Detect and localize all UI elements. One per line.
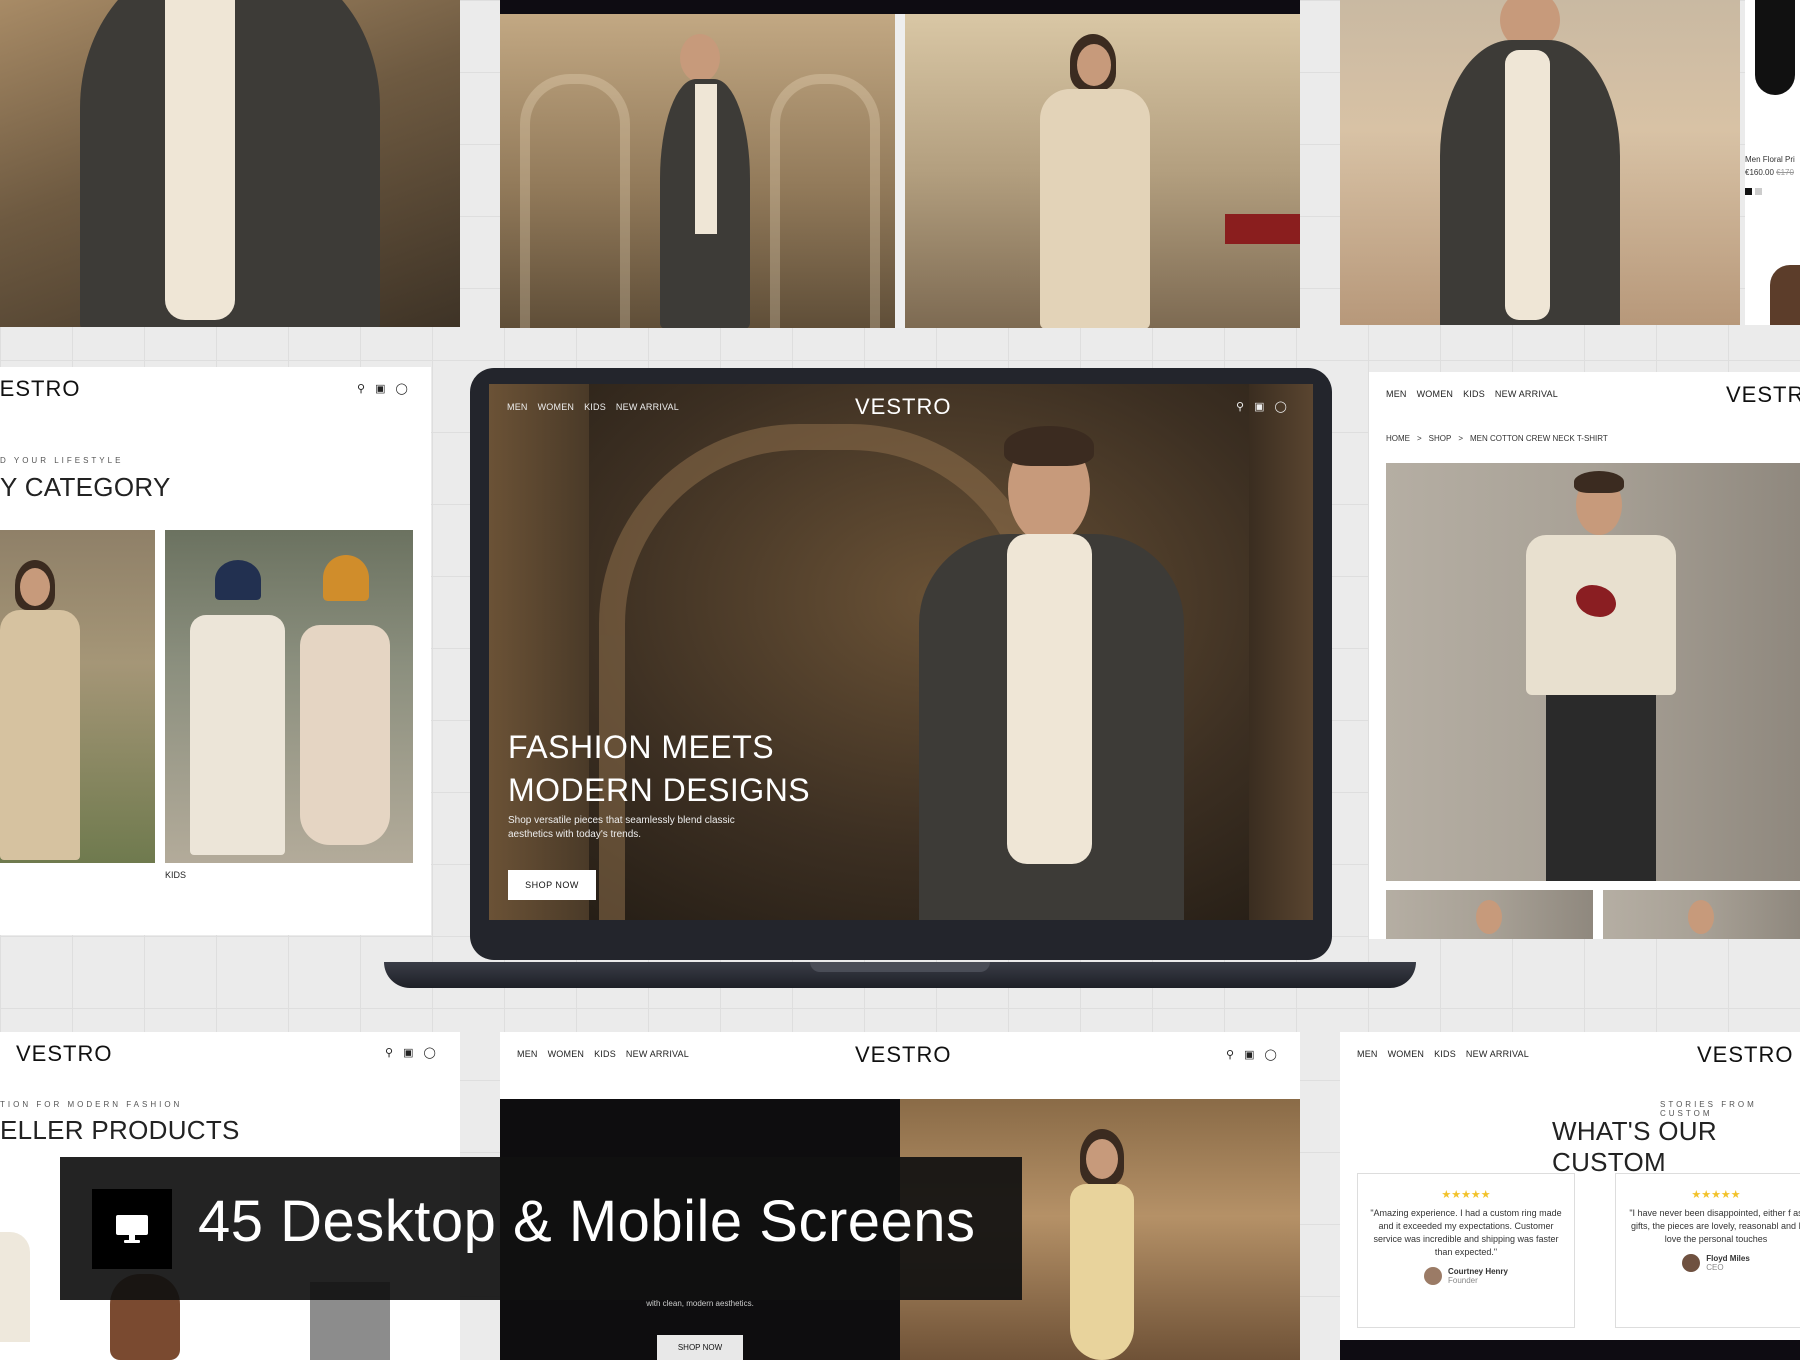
breadcrumb-separator: > — [1458, 434, 1464, 443]
dark-bag-icon[interactable]: ▣ — [1244, 1048, 1254, 1061]
dark-user-icon[interactable]: ◯ — [1264, 1048, 1276, 1061]
hero-title-line2: MODERN DESIGNS — [508, 772, 811, 808]
hero-bag-icon[interactable]: ▣ — [1254, 400, 1264, 413]
pdp-nav-women[interactable]: WOMEN — [1417, 389, 1454, 399]
category-kicker: D YOUR LIFESTYLE — [0, 456, 124, 465]
pdp-nav-new-arrival[interactable]: NEW ARRIVAL — [1495, 389, 1558, 399]
dark-nav-women[interactable]: WOMEN — [548, 1049, 585, 1059]
breadcrumb: HOME > SHOP > MEN COTTON CREW NECK T-SHI… — [1386, 434, 1608, 443]
side-product-card[interactable]: Men Floral Pri €160.00 €170 — [1745, 0, 1800, 325]
dark-nav-men[interactable]: MEN — [517, 1049, 538, 1059]
top-left-photo — [0, 0, 460, 327]
breadcrumb-shop[interactable]: SHOP — [1429, 434, 1452, 443]
side-product-name: Men Floral Pri — [1745, 155, 1795, 164]
review-2-role: CEO — [1706, 1263, 1724, 1272]
dark-nav-new-arrival[interactable]: NEW ARRIVAL — [626, 1049, 689, 1059]
reviews-title: WHAT'S OUR CUSTOM — [1552, 1116, 1717, 1177]
seller-title: ELLER PRODUCTS — [0, 1115, 240, 1145]
pdp-thumb-1[interactable] — [1386, 890, 1593, 939]
reviews-card: MEN WOMEN KIDS NEW ARRIVAL VESTRO STORIE… — [1340, 1032, 1800, 1360]
review-2-name: Floyd Miles — [1706, 1254, 1750, 1263]
pdp-tshirt — [1526, 535, 1676, 695]
seller-bag-icon[interactable]: ▣ — [403, 1046, 413, 1059]
review-card-1: ★★★★★ "Amazing experience. I had a custo… — [1357, 1173, 1575, 1328]
search-icon[interactable]: ⚲ — [357, 382, 365, 395]
review-1-role: Founder — [1447, 1276, 1478, 1285]
breadcrumb-separator: > — [1417, 434, 1422, 443]
lookbook-card — [500, 0, 1300, 328]
banner-text: 45 Desktop & Mobile Screens — [198, 1189, 976, 1254]
seller-user-icon[interactable]: ◯ — [423, 1046, 435, 1059]
pdp-brand[interactable]: VESTRO — [1726, 382, 1800, 408]
hero-model-scarf — [1007, 534, 1092, 864]
reviews-nav-men[interactable]: MEN — [1357, 1049, 1378, 1059]
hero-search-icon[interactable]: ⚲ — [1236, 400, 1244, 413]
hero-nav: MEN WOMEN KIDS NEW ARRIVAL — [507, 402, 679, 412]
side-product-price: €160.00 — [1745, 168, 1774, 177]
review-card-2: ★★★★★ "I have never been disappointed, e… — [1615, 1173, 1800, 1328]
category-brand: VESTRO — [0, 376, 81, 401]
hero-nav-new-arrival[interactable]: NEW ARRIVAL — [616, 402, 679, 412]
breadcrumb-home[interactable]: HOME — [1386, 434, 1410, 443]
review-2-avatar — [1682, 1254, 1701, 1272]
review-1-name: Courtney Henry — [1447, 1267, 1508, 1276]
lookbook-photo-woman — [905, 14, 1300, 328]
user-icon[interactable]: ◯ — [395, 382, 407, 395]
pdp-thumb-2[interactable] — [1603, 890, 1800, 939]
hero-brand[interactable]: VESTRO — [855, 394, 951, 420]
pdp-nav-men[interactable]: MEN — [1386, 389, 1407, 399]
side-product-old-price: €170 — [1776, 168, 1794, 177]
hero-title-line1: FASHION MEETS — [508, 729, 775, 765]
hero-nav-women[interactable]: WOMEN — [538, 402, 575, 412]
review-1-text: "Amazing experience. I had a custom ring… — [1370, 1208, 1562, 1257]
breadcrumb-current: MEN COTTON CREW NECK T-SHIRT — [1470, 434, 1608, 443]
category-photo-kids[interactable] — [165, 530, 413, 863]
reviews-brand[interactable]: VESTRO — [1697, 1042, 1793, 1068]
reviews-nav-new-arrival[interactable]: NEW ARRIVAL — [1466, 1049, 1529, 1059]
review-2-text: "I have never been disappointed, either … — [1629, 1208, 1800, 1244]
laptop-notch — [810, 962, 990, 972]
pdp-main-photo — [1386, 463, 1800, 881]
product-detail-card: MEN WOMEN KIDS NEW ARRIVAL VESTRO HOME >… — [1369, 372, 1800, 939]
category-title: Y CATEGORY — [0, 472, 171, 502]
hero-subtitle: Shop versatile pieces that seamlessly bl… — [508, 815, 735, 840]
category-photo-women[interactable] — [0, 530, 155, 863]
pdp-nav-kids[interactable]: KIDS — [1463, 389, 1485, 399]
review-1-avatar — [1423, 1267, 1442, 1285]
seller-brand[interactable]: VESTRO — [16, 1041, 112, 1067]
reviews-nav-kids[interactable]: KIDS — [1434, 1049, 1456, 1059]
dark-brand[interactable]: VESTRO — [855, 1042, 951, 1068]
seller-search-icon[interactable]: ⚲ — [385, 1046, 393, 1059]
lookbook-photo-man — [500, 14, 895, 328]
dark-panel-text: with clean, modern aesthetics. — [646, 1299, 754, 1308]
top-right-photo — [1340, 0, 1740, 325]
dark-nav-kids[interactable]: KIDS — [594, 1049, 616, 1059]
review-2-stars: ★★★★★ — [1691, 1189, 1741, 1201]
seller-kicker: TION FOR MODERN FASHION — [0, 1100, 183, 1109]
reviews-nav-women[interactable]: WOMEN — [1388, 1049, 1425, 1059]
hero-nav-men[interactable]: MEN — [507, 402, 528, 412]
hero-title: FASHION MEETS MODERN DESIGNS — [508, 726, 810, 812]
bag-icon[interactable]: ▣ — [375, 382, 385, 395]
hero-user-icon[interactable]: ◯ — [1274, 400, 1286, 413]
monitor-icon — [92, 1189, 172, 1269]
review-1-stars: ★★★★★ — [1441, 1189, 1491, 1201]
category-card: VESTRO ⚲ ▣ ◯ D YOUR LIFESTYLE Y CATEGORY… — [0, 367, 431, 935]
hero-nav-kids[interactable]: KIDS — [584, 402, 606, 412]
hero-shop-now-button[interactable]: SHOP NOW — [508, 870, 596, 900]
dark-search-icon[interactable]: ⚲ — [1226, 1048, 1234, 1061]
category-kids-label[interactable]: KIDS — [165, 870, 186, 880]
dark-shop-now-button[interactable]: SHOP NOW — [657, 1335, 743, 1360]
